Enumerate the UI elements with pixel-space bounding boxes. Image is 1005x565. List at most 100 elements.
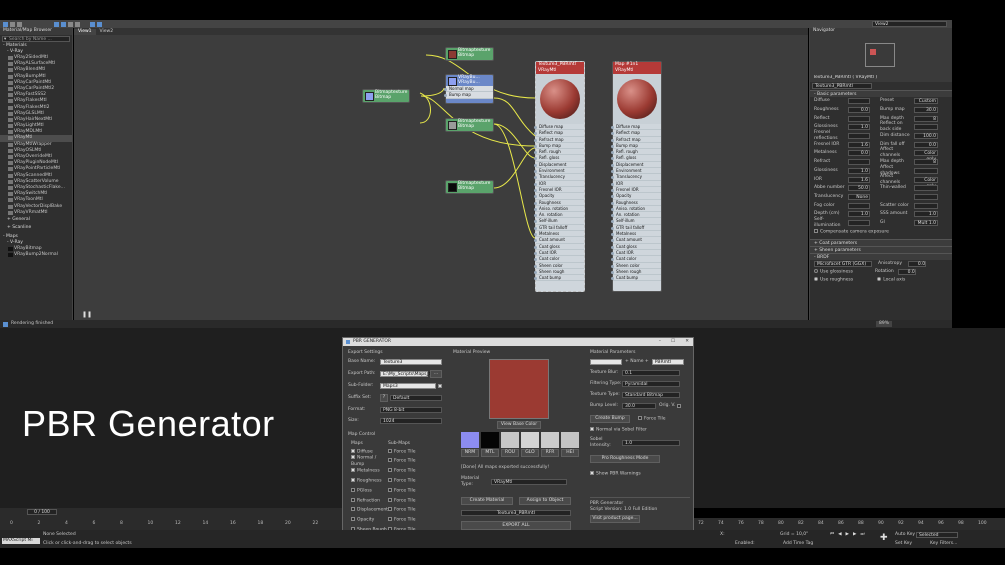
layout-all-icon[interactable] — [68, 21, 73, 27]
sheen-section[interactable]: + Sheen parameters — [810, 245, 952, 253]
param-value-1[interactable]: 0.0 — [848, 107, 870, 114]
browse-button[interactable]: ... — [430, 370, 442, 378]
close-icon[interactable]: ✕ — [685, 339, 689, 345]
force-tile-checkbox[interactable]: Force Tile — [388, 507, 416, 514]
view2-icon[interactable] — [97, 21, 102, 27]
thumb-gloss[interactable] — [521, 432, 539, 448]
force-tile-checkbox[interactable]: Force Tile — [388, 517, 416, 524]
pro-roughness-button[interactable]: Pro Roughness Mode — [590, 454, 660, 463]
zoom-level[interactable]: 89% — [876, 321, 893, 327]
material-slot[interactable]: Coat bump — [611, 275, 661, 282]
use-roughness-radio[interactable]: Use roughness — [814, 277, 853, 284]
param-value-2[interactable]: Mult 1.0 — [914, 219, 938, 226]
map-enable-checkbox[interactable]: Diffuse — [348, 448, 388, 456]
suffix-dropdown[interactable]: Default — [390, 395, 442, 401]
view-icon[interactable] — [90, 21, 95, 27]
bump-node[interactable]: VRayBu... VRayBu... Normal map Bump map — [444, 74, 494, 104]
map-enable-checkbox[interactable]: Metalness — [348, 468, 388, 475]
param-value-1[interactable]: None — [848, 193, 870, 200]
compensate-row[interactable]: Compensate camera exposure — [810, 229, 952, 236]
show-pbr-warnings-checkbox[interactable]: Show PBR Warnings — [590, 470, 690, 478]
normal-via-sobel-checkbox[interactable]: Normal via Sobel Filter — [590, 427, 690, 434]
param-value-2[interactable]: Color only — [914, 176, 938, 189]
browser-search-input[interactable]: ▾ Search by Name ... — [2, 36, 70, 42]
add-key-icon[interactable]: ✚ — [880, 533, 888, 543]
scanline-group[interactable]: + Scanline — [0, 225, 72, 231]
node-view[interactable]: View1 View2 ❚❚ — [74, 28, 808, 320]
bump-map-slot[interactable]: Bump map — [444, 92, 493, 99]
move-tool-icon[interactable] — [10, 21, 15, 27]
rfr-label[interactable]: RFR — [541, 449, 559, 457]
texture-blur-spinner[interactable]: 0.1 — [622, 370, 680, 376]
next-frame-icon[interactable]: ▶ — [853, 532, 856, 538]
maximize-icon[interactable]: ☐ — [671, 339, 675, 345]
map-enable-checkbox[interactable]: Roughness — [348, 478, 388, 485]
material-name-output[interactable]: Texture3_PBRmtl — [461, 510, 571, 516]
map-enable-checkbox[interactable]: Displacement — [348, 507, 388, 514]
maxscript-listener[interactable]: MAXScript Mi — [2, 538, 40, 544]
map-enable-checkbox[interactable]: Normal / Bump — [348, 455, 388, 468]
texture-type-dropdown[interactable]: Standard Bitmap — [622, 392, 680, 398]
rotate-tool-icon[interactable] — [17, 21, 22, 27]
force-tile-bump-checkbox[interactable]: Force Tile — [638, 415, 666, 423]
mtl-label[interactable]: MTL — [481, 449, 499, 457]
material-node-2[interactable]: Map #1n1 VRayMtl Diffuse map Reflect map R… — [611, 61, 662, 292]
force-tile-checkbox[interactable]: Force Tile — [388, 497, 416, 505]
add-time-tag[interactable]: Add Time Tag — [783, 541, 813, 547]
map-enable-checkbox[interactable]: Opacity — [348, 517, 388, 524]
basic-params-section[interactable]: - Basic parameters — [810, 90, 952, 97]
frame-slider[interactable]: 0 / 100 — [27, 509, 57, 515]
timeline-left[interactable]: 0 / 100 0 2 4 6 8 10 12 14 16 18 20 22 — [0, 508, 342, 530]
rou-label[interactable]: ROU — [501, 449, 519, 457]
bitmap-node-b[interactable]: Bitmaptexture Bitmap — [362, 89, 410, 103]
go-end-icon[interactable]: ⏭ — [860, 532, 864, 538]
base-name-input[interactable]: Texture3 — [380, 359, 442, 365]
create-bump-button[interactable]: Create Bump — [590, 415, 630, 423]
param-value-2[interactable]: 30.0 — [914, 107, 938, 114]
suffix-menu-button[interactable]: ? — [380, 394, 388, 402]
anisotropy-field[interactable]: 0.0 — [908, 260, 927, 267]
param-value-2[interactable] — [914, 124, 938, 131]
key-filters-button[interactable]: Key Filters... — [930, 541, 957, 547]
prev-frame-icon[interactable]: ◀ — [838, 532, 841, 538]
map-enable-checkbox[interactable]: Refraction — [348, 497, 388, 505]
param-value-2[interactable] — [914, 193, 938, 200]
name-suffix-input[interactable]: PBRmtl — [651, 359, 684, 365]
layout-icon[interactable] — [54, 21, 59, 27]
name-prefix-input[interactable] — [590, 359, 622, 365]
param-value-1[interactable] — [848, 159, 870, 166]
visit-product-page-button[interactable]: Visit product page... — [590, 515, 640, 523]
material-slot[interactable]: Coat bump — [534, 275, 584, 282]
bitmap-node-a[interactable]: Bitmaptexture Bitmap — [445, 47, 494, 61]
force-tile-checkbox[interactable]: Force Tile — [388, 478, 416, 485]
nrm-label[interactable]: NRM — [461, 449, 479, 457]
param-value-2[interactable]: Color only — [914, 150, 938, 162]
param-value-1[interactable]: 1.6 — [848, 176, 870, 183]
selected-dropdown[interactable]: Selected — [916, 532, 958, 538]
coat-section[interactable]: + Coat parameters — [810, 238, 952, 246]
use-glossiness-radio[interactable]: Use glossiness — [814, 268, 853, 276]
create-material-button[interactable]: Create Material — [461, 497, 513, 505]
general-group[interactable]: + General — [0, 217, 72, 223]
param-value-1[interactable]: 50.0 — [848, 185, 870, 192]
force-tile-checkbox[interactable]: Force Tile — [388, 487, 416, 495]
material-type-dropdown[interactable]: VRayMtl — [491, 479, 567, 485]
auto-key-button[interactable]: Auto Key — [895, 532, 915, 538]
param-value-2[interactable]: 8 — [914, 159, 938, 166]
param-value-2[interactable]: 1.0 — [914, 211, 938, 218]
go-start-icon[interactable]: ⏮ — [830, 532, 834, 538]
brdf-section[interactable]: - BRDF — [810, 252, 952, 260]
param-value-1[interactable]: 0.0 — [848, 150, 870, 157]
param-value-2[interactable]: 8 — [914, 115, 938, 122]
brdf-type-dropdown[interactable]: Microfacet GTR (GGX) — [814, 260, 872, 267]
force-tile-checkbox[interactable]: Force Tile — [388, 468, 416, 475]
minimize-icon[interactable]: – — [659, 339, 661, 345]
rotation-field[interactable]: 0.0 — [897, 269, 916, 276]
param-value-1[interactable] — [848, 98, 870, 105]
param-value-2[interactable] — [914, 167, 938, 174]
material-node-1[interactable]: Texture3_PBRmtl VRayMtl Diffuse map Refle… — [534, 61, 585, 292]
thumb-refract[interactable] — [541, 432, 559, 448]
param-value-1[interactable] — [848, 133, 870, 140]
view-dropdown[interactable]: View2 — [872, 21, 947, 27]
zoom-icon[interactable] — [75, 21, 80, 27]
